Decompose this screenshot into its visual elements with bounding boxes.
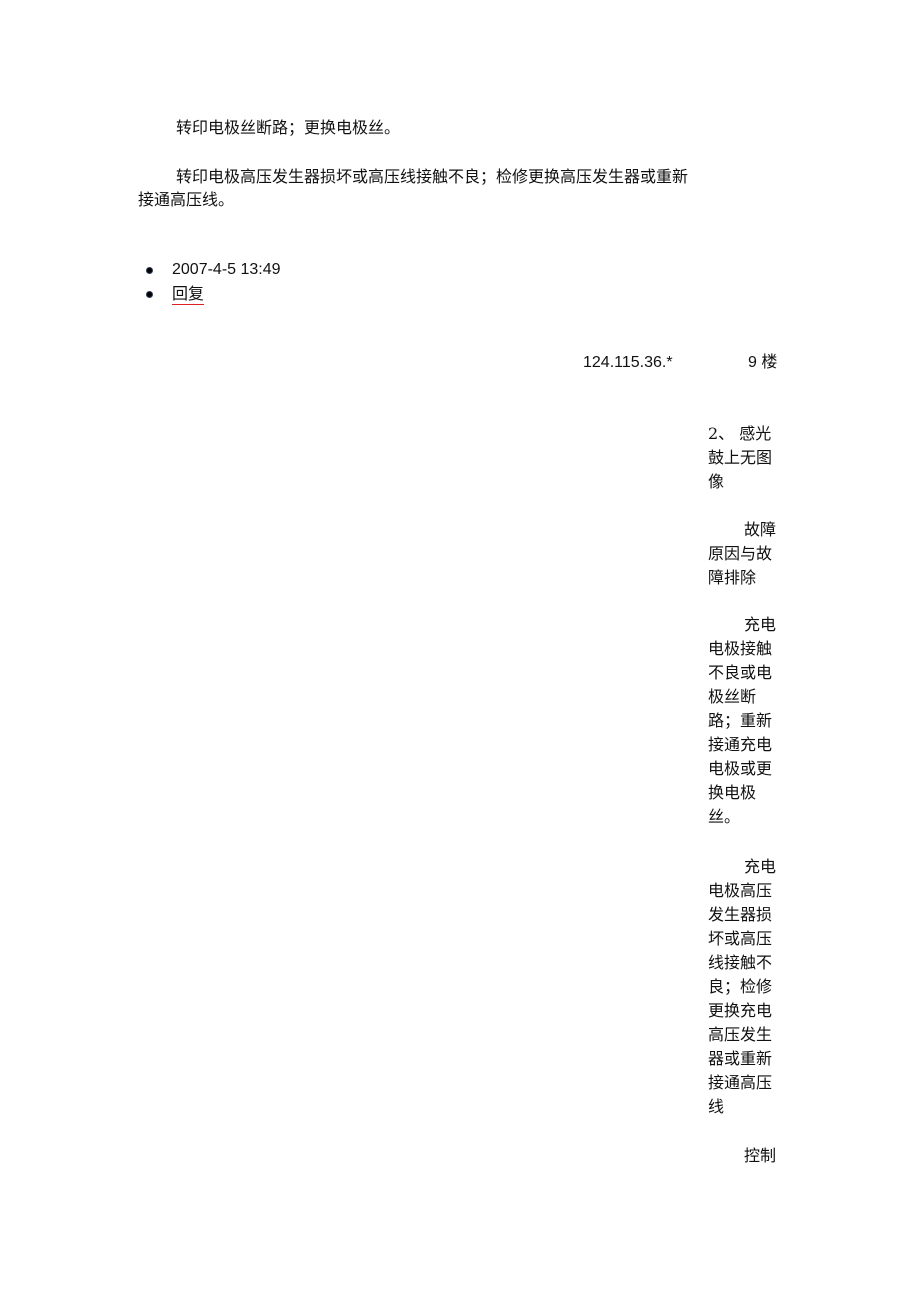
post-timestamp-item: 2007-4-5 13:49 [144,258,281,282]
reply-item-charging-hv: 充电电极高压发生器损坏或高压线接触不良；检修更换充电高压发生器或重新接通高压线 [708,855,780,1119]
item2-text: 充电电极高压发生器损坏或高压线接触不良；检修更换充电高压发生器或重新接通高压线 [708,857,777,1116]
bullet-icon [147,292,152,297]
reply-floor-number: 9 楼 [748,354,778,371]
paragraph-transfer-wire-break: 转印电极丝断路；更换电极丝。 [176,118,401,137]
reply-item-control: 控制 [708,1144,780,1168]
post-meta-list: 2007-4-5 13:49 回复 [144,258,281,306]
bullet-icon [147,268,152,273]
section-label-text: 故障原因与故障排除 [708,520,777,587]
item1-text: 充电电极接触不良或电极丝断路；重新接通充电电极或更换电极丝。 [708,615,777,826]
paragraph-transfer-hv-line1: 转印电极高压发生器损坏或高压线接触不良；检修更换高压发生器或重新 [176,167,689,186]
reply-link[interactable]: 回复 [172,284,205,305]
post-timestamp: 2007-4-5 13:49 [172,261,281,278]
reply-ip-address: 124.115.36.* [583,354,673,371]
reply-item: 回复 [144,282,281,306]
item3-text: 控制 [744,1146,777,1165]
reply-item-charging-wire: 充电电极接触不良或电极丝断路；重新接通充电电极或更换电极丝。 [708,613,780,829]
reply-heading: 2、 感光鼓上无图像 [708,424,773,491]
reply-section-label: 故障原因与故障排除 [708,518,780,590]
paragraph-transfer-hv-line2: 接通高压线。 [138,190,235,209]
